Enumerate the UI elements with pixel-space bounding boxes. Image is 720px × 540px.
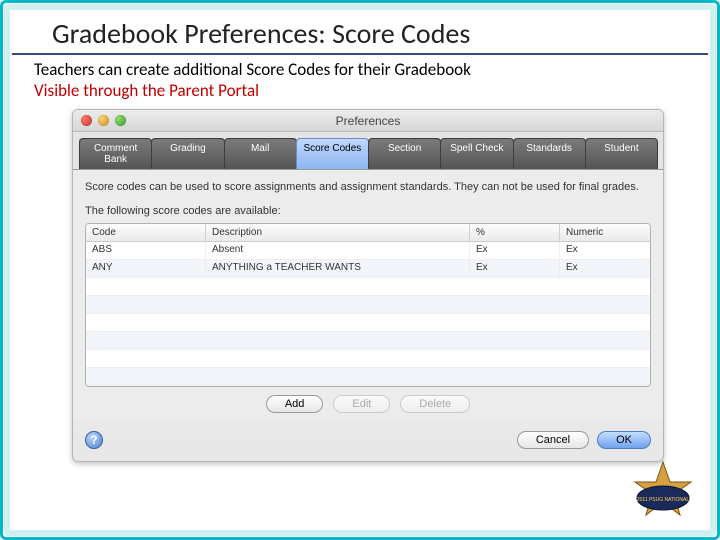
panel-subheading: The following score codes are available: bbox=[85, 205, 651, 217]
table-row[interactable] bbox=[86, 368, 650, 386]
cancel-button[interactable]: Cancel bbox=[517, 431, 589, 449]
table-row[interactable] bbox=[86, 296, 650, 314]
edit-button: Edit bbox=[333, 395, 390, 413]
tab-section[interactable]: Section bbox=[368, 138, 441, 169]
col-header-numeric[interactable]: Numeric bbox=[560, 224, 650, 241]
window-footer: ? Cancel OK bbox=[73, 421, 663, 461]
window-titlebar: Preferences bbox=[73, 110, 663, 132]
help-icon[interactable]: ? bbox=[85, 431, 103, 449]
cell-description: Absent bbox=[206, 242, 470, 259]
cell-code: ABS bbox=[86, 242, 206, 259]
col-header-percent[interactable]: % bbox=[470, 224, 560, 241]
add-button[interactable]: Add bbox=[266, 395, 324, 413]
table-row[interactable] bbox=[86, 278, 650, 296]
tab-standards[interactable]: Standards bbox=[513, 138, 586, 169]
cell-description: ANYTHING a TEACHER WANTS bbox=[206, 260, 470, 277]
preferences-window: Preferences Comment Bank Grading Mail Sc… bbox=[72, 109, 664, 462]
tab-student[interactable]: Student bbox=[585, 138, 658, 169]
cell-code: ANY bbox=[86, 260, 206, 277]
table-row[interactable]: ANY ANYTHING a TEACHER WANTS Ex Ex bbox=[86, 260, 650, 278]
window-controls bbox=[81, 115, 126, 126]
ok-button[interactable]: OK bbox=[597, 431, 651, 449]
col-header-code[interactable]: Code bbox=[86, 224, 206, 241]
table-row[interactable] bbox=[86, 332, 650, 350]
close-icon[interactable] bbox=[81, 115, 92, 126]
cell-numeric: Ex bbox=[560, 242, 650, 259]
tab-grading[interactable]: Grading bbox=[151, 138, 224, 169]
tab-spell-check[interactable]: Spell Check bbox=[440, 138, 513, 169]
cell-percent: Ex bbox=[470, 260, 560, 277]
table-row[interactable] bbox=[86, 314, 650, 332]
row-action-buttons: Add Edit Delete bbox=[85, 387, 651, 413]
delete-button: Delete bbox=[400, 395, 470, 413]
panel-description: Score codes can be used to score assignm… bbox=[85, 180, 651, 195]
slide-title: Gradebook Preferences: Score Codes bbox=[12, 16, 708, 55]
logo-text: 2011 PSUG NATIONAL bbox=[637, 497, 690, 503]
table-header-row: Code Description % Numeric bbox=[86, 224, 650, 242]
slide-subtitle-1: Teachers can create additional Score Cod… bbox=[12, 55, 708, 80]
score-codes-table: Code Description % Numeric ABS Absent Ex… bbox=[85, 223, 651, 387]
table-row[interactable] bbox=[86, 350, 650, 368]
slide-subtitle-2: Visible through the Parent Portal bbox=[12, 80, 708, 107]
window-title: Preferences bbox=[73, 114, 663, 128]
table-row[interactable]: ABS Absent Ex Ex bbox=[86, 242, 650, 260]
minimize-icon[interactable] bbox=[98, 115, 109, 126]
tab-bar: Comment Bank Grading Mail Score Codes Se… bbox=[73, 132, 663, 169]
tab-comment-bank[interactable]: Comment Bank bbox=[79, 138, 152, 169]
tab-score-codes[interactable]: Score Codes bbox=[296, 138, 369, 169]
zoom-icon[interactable] bbox=[115, 115, 126, 126]
psug-logo: 2011 PSUG NATIONAL bbox=[628, 460, 698, 520]
cell-percent: Ex bbox=[470, 242, 560, 259]
col-header-description[interactable]: Description bbox=[206, 224, 470, 241]
cell-numeric: Ex bbox=[560, 260, 650, 277]
tab-mail[interactable]: Mail bbox=[224, 138, 297, 169]
panel-body: Score codes can be used to score assignm… bbox=[73, 169, 663, 421]
